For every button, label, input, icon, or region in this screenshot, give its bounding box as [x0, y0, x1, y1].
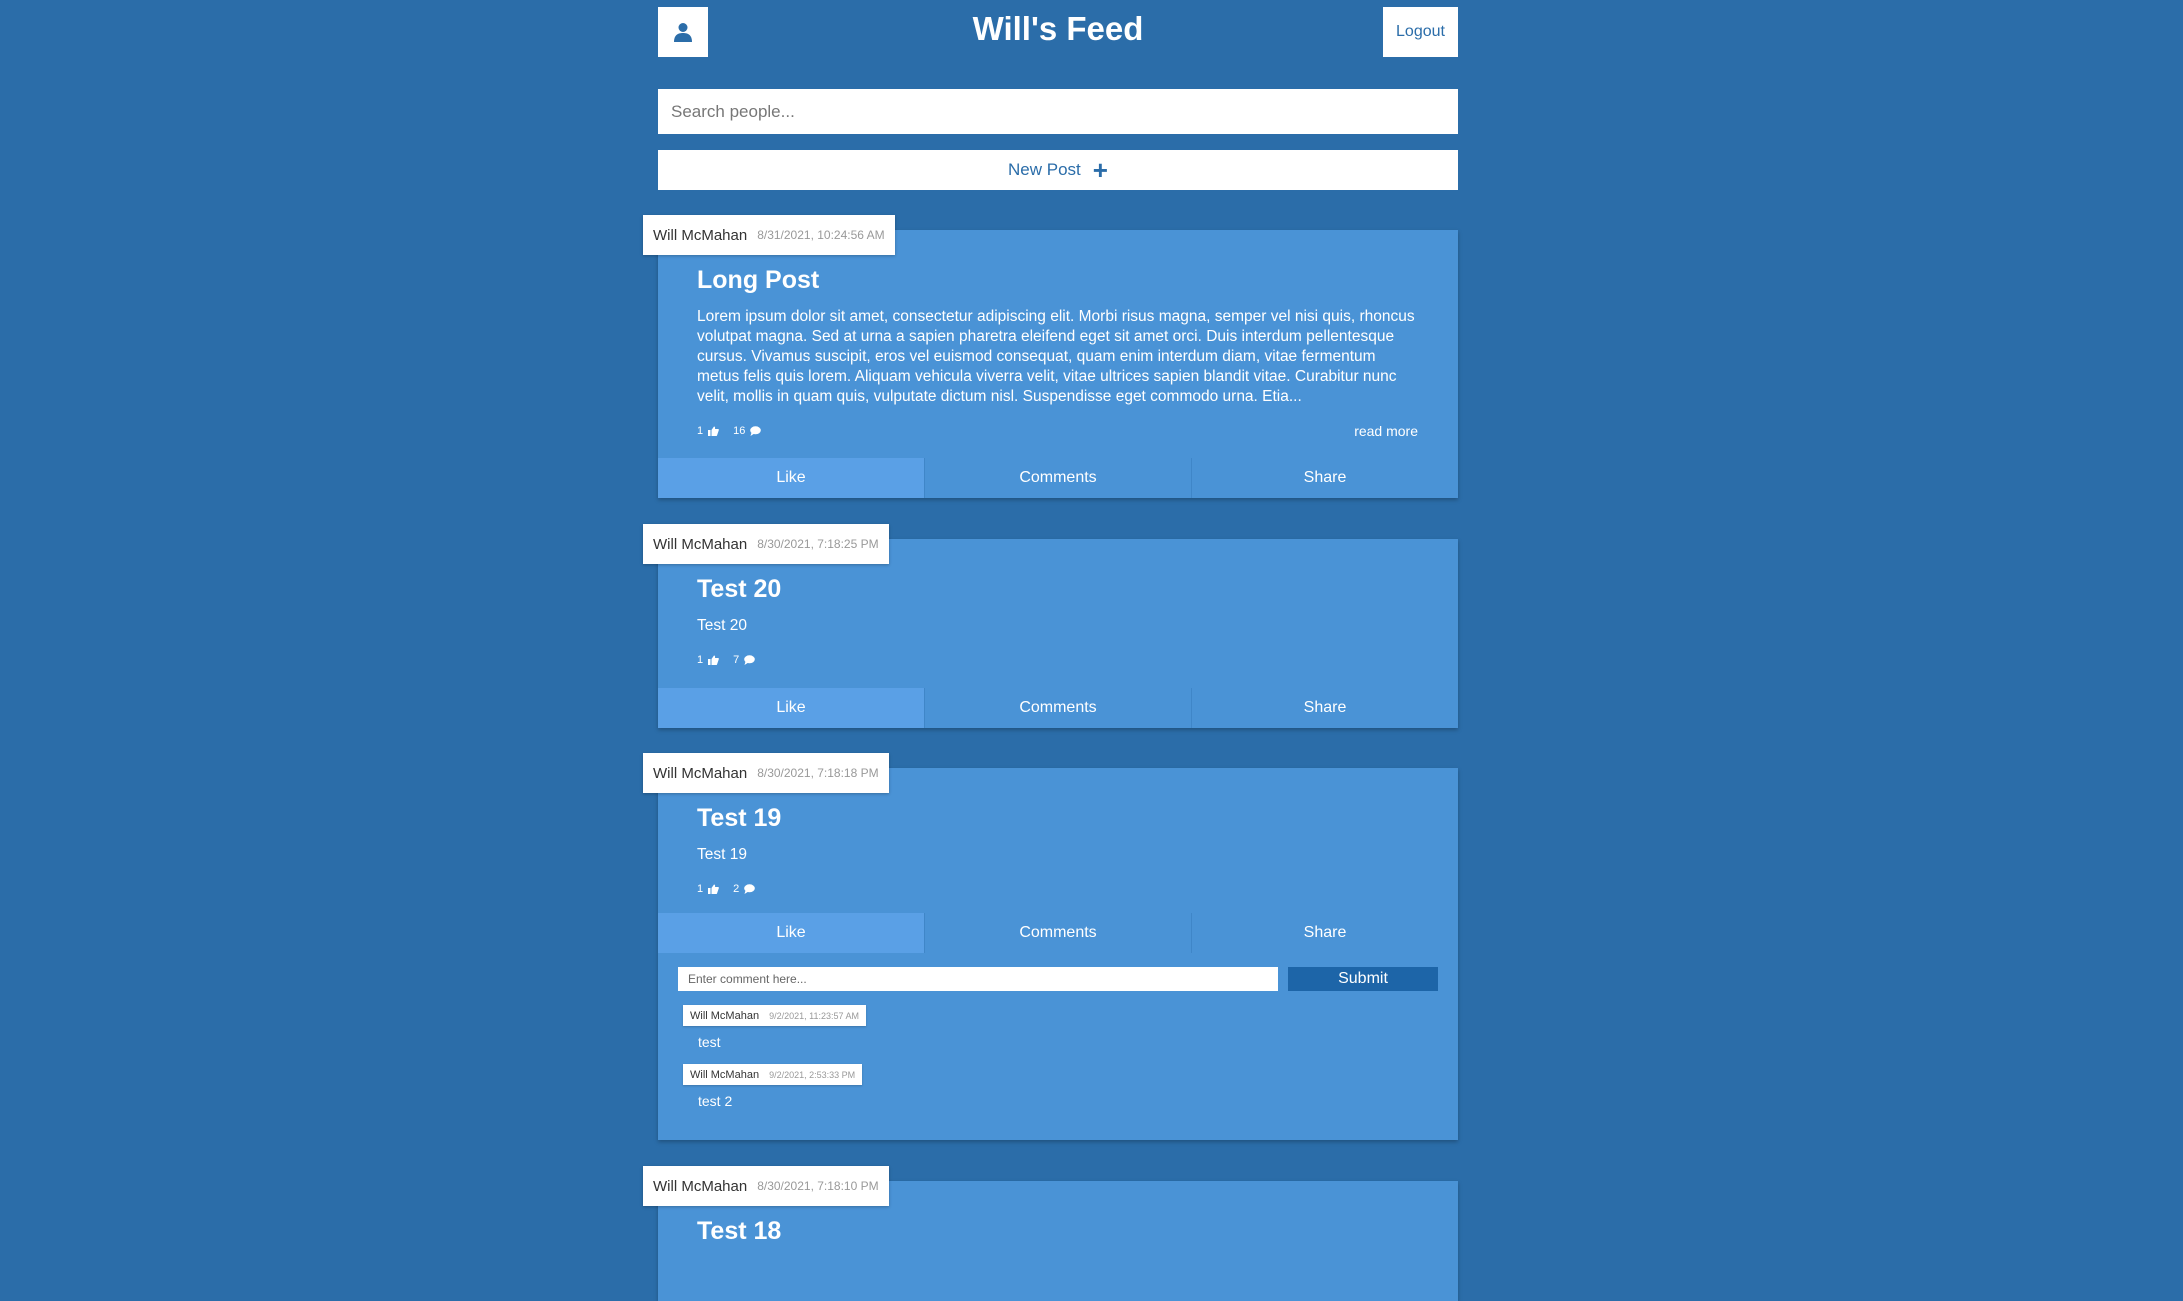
- thumbs-up-icon: [708, 655, 719, 665]
- post-actions: Like Comments Share: [658, 458, 1458, 498]
- post-author-tag[interactable]: Will McMahan 8/30/2021, 7:18:10 PM: [643, 1166, 889, 1206]
- post-author-tag[interactable]: Will McMahan 8/30/2021, 7:18:25 PM: [643, 524, 889, 564]
- post-timestamp: 8/30/2021, 7:18:10 PM: [757, 1179, 879, 1193]
- post-body: Lorem ipsum dolor sit amet, consectetur …: [697, 308, 1415, 405]
- post-card: Will McMahan 8/30/2021, 7:18:10 PM Test …: [643, 1166, 1458, 1301]
- post-actions: Like Comments Share: [658, 913, 1458, 953]
- header: Will's Feed Logout: [658, 0, 1458, 72]
- search-input[interactable]: [658, 89, 1458, 134]
- comment-text: test: [698, 1034, 721, 1050]
- like-button[interactable]: Like: [658, 458, 924, 498]
- post-stats: 1 7: [697, 650, 1418, 670]
- new-post-button[interactable]: New Post +: [658, 150, 1458, 190]
- like-count: 1: [697, 654, 719, 666]
- comments-button[interactable]: Comments: [924, 458, 1191, 498]
- post-author: Will McMahan: [653, 764, 748, 782]
- post-author: Will McMahan: [653, 535, 748, 553]
- share-button[interactable]: Share: [1191, 688, 1458, 728]
- post-timestamp: 8/30/2021, 7:18:18 PM: [757, 766, 879, 780]
- page-title: Will's Feed: [972, 10, 1144, 47]
- read-more-link[interactable]: read more: [1354, 423, 1418, 439]
- comments-button[interactable]: Comments: [924, 688, 1191, 728]
- comment-item: Will McMahan 9/2/2021, 2:53:33 PM test 2: [683, 1064, 1438, 1109]
- post-title: Test 20: [697, 575, 782, 603]
- post-stats: 1 2: [697, 879, 1418, 899]
- like-button[interactable]: Like: [658, 688, 924, 728]
- post-title: Test 18: [697, 1217, 782, 1245]
- comment-author-tag[interactable]: Will McMahan 9/2/2021, 2:53:33 PM: [683, 1064, 863, 1085]
- submit-comment-button[interactable]: Submit: [1288, 967, 1438, 991]
- like-count: 1: [697, 425, 719, 437]
- comments-button[interactable]: Comments: [924, 913, 1191, 953]
- post-author: Will McMahan: [653, 1177, 748, 1195]
- comment-author-tag[interactable]: Will McMahan 9/2/2021, 11:23:57 AM: [683, 1005, 866, 1026]
- feed-container: Will's Feed Logout New Post + Will McMah…: [643, 0, 1458, 1301]
- thumbs-up-icon: [708, 426, 719, 436]
- post-actions: Like Comments Share: [658, 688, 1458, 728]
- comment-icon: [744, 884, 756, 894]
- share-button[interactable]: Share: [1191, 913, 1458, 953]
- comment-icon: [750, 426, 762, 436]
- comment-author: Will McMahan: [690, 1009, 760, 1022]
- thumbs-up-icon: [708, 884, 719, 894]
- post-author: Will McMahan: [653, 226, 748, 244]
- comment-section: Submit Will McMahan 9/2/2021, 11:23:57 A…: [658, 953, 1458, 1123]
- comment-timestamp: 9/2/2021, 11:23:57 AM: [769, 1010, 859, 1021]
- new-post-label: New Post: [1008, 160, 1081, 179]
- post-timestamp: 8/31/2021, 10:24:56 AM: [757, 228, 885, 242]
- post-author-tag[interactable]: Will McMahan 8/31/2021, 10:24:56 AM: [643, 215, 895, 255]
- comment-icon: [744, 655, 756, 665]
- comment-count: 7: [733, 654, 756, 666]
- comment-count: 2: [733, 883, 756, 895]
- comment-timestamp: 9/2/2021, 2:53:33 PM: [769, 1069, 856, 1080]
- like-count: 1: [697, 883, 719, 895]
- share-button[interactable]: Share: [1191, 458, 1458, 498]
- post-timestamp: 8/30/2021, 7:18:25 PM: [757, 537, 879, 551]
- post-title: Long Post: [697, 266, 820, 294]
- plus-icon: +: [1092, 155, 1108, 185]
- post-card: Will McMahan 8/31/2021, 10:24:56 AM Long…: [643, 215, 1458, 498]
- like-button[interactable]: Like: [658, 913, 924, 953]
- post-card: Will McMahan 8/30/2021, 7:18:18 PM Test …: [643, 753, 1458, 1140]
- post-body: Test 20: [697, 617, 747, 634]
- comment-text: test 2: [698, 1093, 733, 1109]
- post-card: Will McMahan 8/30/2021, 7:18:25 PM Test …: [643, 524, 1458, 728]
- comment-item: Will McMahan 9/2/2021, 11:23:57 AM test: [683, 1005, 1438, 1050]
- post-author-tag[interactable]: Will McMahan 8/30/2021, 7:18:18 PM: [643, 753, 889, 793]
- post-title: Test 19: [697, 804, 782, 832]
- post-stats: 1 16 read more: [697, 421, 1418, 441]
- logout-button[interactable]: Logout: [1383, 7, 1458, 57]
- comment-input[interactable]: [678, 967, 1278, 991]
- post-body: Test 19: [697, 846, 747, 863]
- comment-count: 16: [733, 425, 762, 437]
- comment-author: Will McMahan: [690, 1068, 760, 1081]
